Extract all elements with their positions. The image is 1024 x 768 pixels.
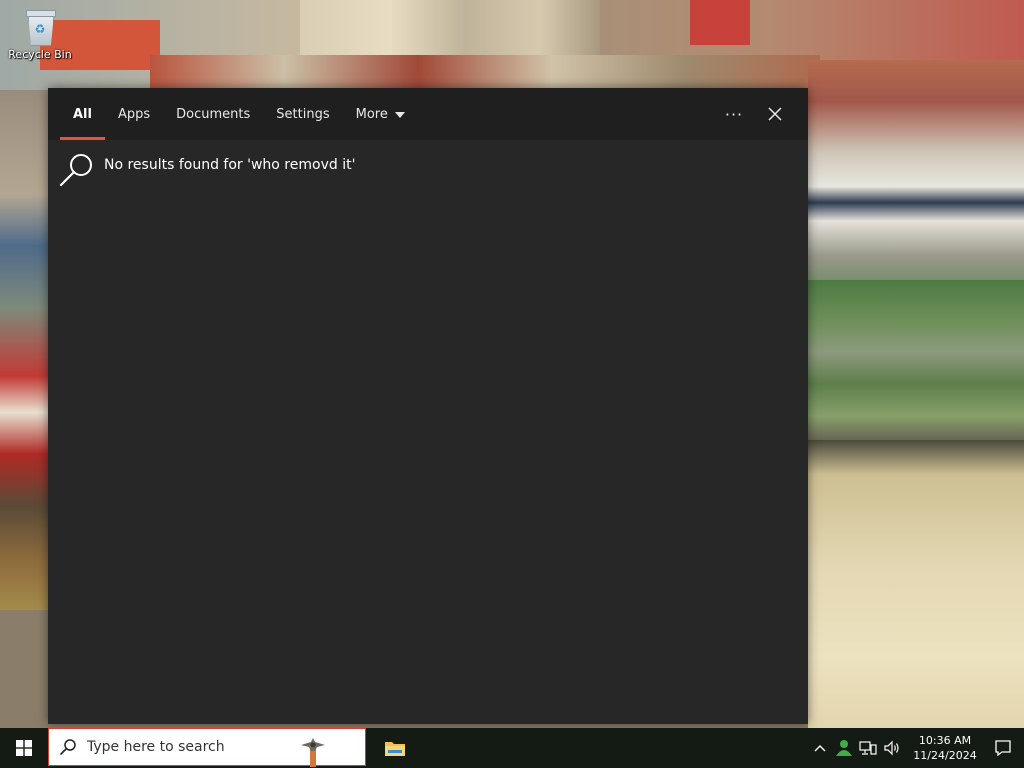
tab-all[interactable]: All bbox=[60, 88, 105, 140]
search-panel: All Apps Documents Settings More ··· No … bbox=[48, 88, 808, 724]
tab-apps[interactable]: Apps bbox=[105, 88, 163, 140]
close-icon bbox=[768, 107, 782, 121]
taskbar-search-box[interactable] bbox=[48, 728, 366, 767]
wallpaper-tower bbox=[690, 0, 750, 45]
tab-more-label: More bbox=[355, 106, 388, 122]
system-tray: 10:36 AM 11/24/2024 bbox=[808, 728, 1024, 768]
taskbar-clock[interactable]: 10:36 AM 11/24/2024 bbox=[908, 728, 982, 768]
network-icon bbox=[859, 741, 877, 755]
wallpaper-left-city bbox=[0, 90, 48, 610]
chevron-up-icon bbox=[814, 745, 826, 752]
taskbar: 10:36 AM 11/24/2024 bbox=[0, 728, 1024, 768]
chevron-down-icon bbox=[394, 111, 405, 118]
ellipsis-icon: ··· bbox=[724, 104, 744, 124]
folder-icon bbox=[385, 742, 405, 756]
recycle-bin-label: Recycle Bin bbox=[8, 48, 72, 61]
search-highlight-icon bbox=[301, 738, 325, 767]
wallpaper-right-city bbox=[808, 60, 1024, 290]
search-tabs: All Apps Documents Settings More bbox=[60, 88, 418, 140]
wallpaper-river bbox=[808, 440, 1024, 728]
action-center-button[interactable] bbox=[982, 728, 1024, 768]
volume-icon bbox=[884, 740, 899, 756]
clock-time: 10:36 AM bbox=[918, 734, 972, 747]
volume-button[interactable] bbox=[880, 728, 904, 768]
taskbar-search-input[interactable] bbox=[87, 739, 287, 755]
search-icon bbox=[60, 739, 76, 755]
clock-date: 11/24/2024 bbox=[913, 749, 977, 762]
notification-icon bbox=[995, 740, 1011, 757]
wallpaper-park bbox=[808, 280, 1024, 440]
tab-settings[interactable]: Settings bbox=[263, 88, 342, 140]
windows-logo-icon bbox=[16, 740, 32, 756]
tab-apps-label: Apps bbox=[117, 106, 151, 122]
recycle-bin-icon: ♻ bbox=[24, 8, 56, 46]
search-icon bbox=[59, 154, 92, 187]
recycle-bin-shortcut[interactable]: ♻ Recycle Bin bbox=[4, 6, 76, 76]
network-button[interactable] bbox=[856, 728, 880, 768]
people-button[interactable] bbox=[832, 728, 856, 768]
file-explorer-button[interactable] bbox=[374, 728, 416, 768]
show-hidden-icons-button[interactable] bbox=[808, 728, 832, 768]
close-button[interactable] bbox=[755, 94, 795, 134]
tab-all-label: All bbox=[73, 106, 92, 122]
start-button[interactable] bbox=[0, 728, 48, 768]
person-icon bbox=[836, 740, 852, 756]
tab-documents[interactable]: Documents bbox=[163, 88, 263, 140]
tab-settings-label: Settings bbox=[276, 106, 330, 122]
tab-documents-label: Documents bbox=[176, 106, 251, 122]
more-options-button[interactable]: ··· bbox=[714, 94, 754, 134]
tab-more[interactable]: More bbox=[343, 88, 418, 140]
wallpaper-buildings bbox=[300, 0, 600, 60]
no-results-message: No results found for 'who removd it' bbox=[104, 157, 356, 173]
no-results-row: No results found for 'who removd it' bbox=[58, 150, 355, 190]
search-panel-header: All Apps Documents Settings More ··· bbox=[48, 88, 808, 140]
